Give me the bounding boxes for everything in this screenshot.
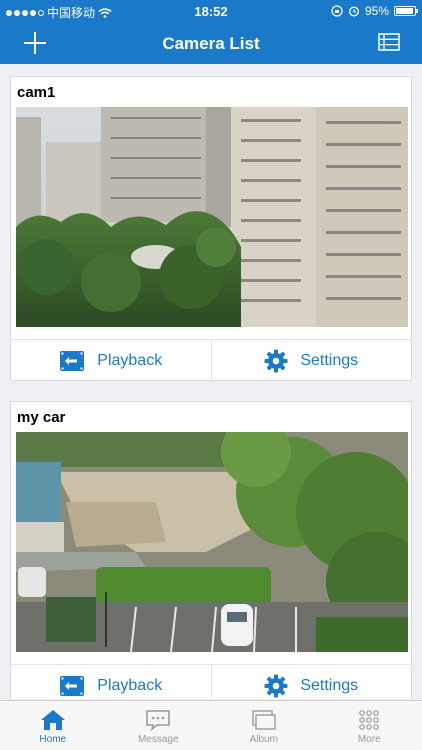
playback-icon <box>60 675 85 696</box>
tab-label: Home <box>39 734 67 745</box>
tab-more[interactable]: More <box>317 701 422 750</box>
tab-message[interactable]: Message <box>106 701 212 750</box>
nav-bar: Camera List <box>0 22 422 64</box>
tab-label: Message <box>137 734 179 745</box>
camera-list: cam1 Playback Settings my car Playback S… <box>0 64 422 699</box>
list-view-icon[interactable] <box>378 33 400 51</box>
status-bar: 中国移动 18:52 95% <box>0 0 422 22</box>
page-title: Camera List <box>162 34 260 53</box>
rotation-lock-icon <box>331 5 343 17</box>
camera-actions: Playback Settings <box>11 339 411 381</box>
camera-card: cam1 Playback Settings <box>10 76 412 381</box>
header: 中国移动 18:52 95% Camera List <box>0 0 422 64</box>
tab-bar: Home Message Album More <box>0 700 422 750</box>
playback-label: Playback <box>97 676 163 694</box>
camera-preview-image[interactable] <box>16 432 408 652</box>
battery-percent: 95% <box>364 4 389 18</box>
camera-name: my car <box>17 409 66 426</box>
alarm-icon <box>349 6 359 17</box>
status-right: 95% <box>331 4 418 18</box>
gear-icon <box>264 674 288 697</box>
app-screen: 中国移动 18:52 95% Camera List cam1 Playback… <box>0 0 422 750</box>
tab-label: Album <box>249 734 278 745</box>
camera-preview-image[interactable] <box>16 107 408 327</box>
settings-button[interactable]: Settings <box>210 340 412 381</box>
settings-label: Settings <box>300 676 359 694</box>
camera-actions: Playback Settings <box>11 664 411 699</box>
album-icon <box>252 710 276 730</box>
gear-icon <box>264 349 288 372</box>
camera-name: cam1 <box>17 84 56 101</box>
home-icon <box>40 710 65 730</box>
more-grid-icon <box>359 710 380 730</box>
playback-button[interactable]: Playback <box>11 340 211 381</box>
battery-icon <box>394 6 418 16</box>
playback-button[interactable]: Playback <box>11 665 211 699</box>
settings-button[interactable]: Settings <box>210 665 412 699</box>
settings-label: Settings <box>300 351 359 369</box>
tab-home[interactable]: Home <box>0 701 106 750</box>
tab-album[interactable]: Album <box>211 701 317 750</box>
playback-label: Playback <box>97 351 163 369</box>
camera-card: my car Playback Settings <box>10 401 412 699</box>
message-icon <box>146 710 171 731</box>
playback-icon <box>60 350 85 371</box>
tab-label: More <box>357 734 381 745</box>
